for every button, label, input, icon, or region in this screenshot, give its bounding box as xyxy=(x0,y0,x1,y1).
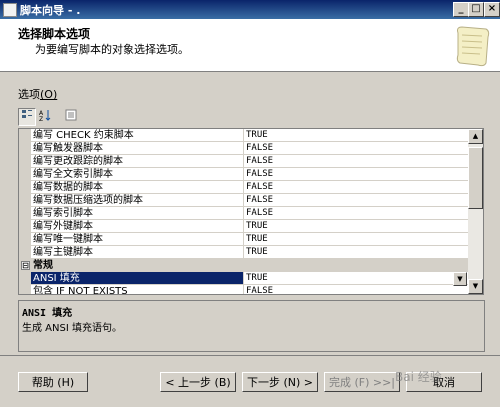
watermark: Bai 经验 xyxy=(395,370,442,384)
property-value: FALSE xyxy=(244,168,469,181)
property-value: TRUE xyxy=(244,246,469,259)
page-title: 选择脚本选项 xyxy=(18,27,91,41)
property-value: FALSE xyxy=(244,155,469,168)
maximize-button[interactable]: □ xyxy=(468,2,484,17)
property-value: TRUE xyxy=(244,233,469,246)
row-gutter xyxy=(19,181,31,194)
property-name: 编写主键脚本 xyxy=(31,246,244,259)
row-gutter xyxy=(19,207,31,220)
description-panel: ANSI 填充 生成 ANSI 填充语句。 xyxy=(18,300,485,352)
property-name: 包含 IF NOT EXISTS xyxy=(31,285,244,294)
minimize-button[interactable]: _ xyxy=(453,2,469,17)
row-gutter xyxy=(19,272,31,285)
property-name: 编写数据的脚本 xyxy=(31,181,244,194)
category-name: 常规 xyxy=(31,259,244,272)
categorized-icon[interactable] xyxy=(18,108,36,126)
grid-row[interactable]: 编写数据压缩选项的脚本 FALSE xyxy=(19,194,469,207)
property-value: FALSE xyxy=(244,285,469,294)
finish-button[interactable]: 完成 (F) >>| xyxy=(324,372,400,392)
scroll-up-icon[interactable]: ▲ xyxy=(468,129,483,144)
back-button[interactable]: < 上一步 (B) xyxy=(160,372,236,392)
row-gutter xyxy=(19,246,31,259)
property-pages-icon[interactable] xyxy=(62,108,80,126)
grid-row-selected[interactable]: ANSI 填充 TRUE ▼ xyxy=(19,272,469,286)
category-row-general[interactable]: ⊟ 常规 xyxy=(19,259,469,272)
grid-row[interactable]: 编写更改跟踪的脚本 FALSE xyxy=(19,155,469,168)
property-name: 编写索引脚本 xyxy=(31,207,244,220)
property-name: ANSI 填充 xyxy=(31,272,244,285)
property-grid: 编写 CHECK 约束脚本 TRUE 编写触发器脚本 FALSE 编写更改跟踪的… xyxy=(18,128,470,295)
property-value: FALSE xyxy=(244,194,469,207)
title-bar: 脚本向导 - . _ □ × xyxy=(0,0,500,19)
property-name: 编写更改跟踪的脚本 xyxy=(31,155,244,168)
row-gutter xyxy=(19,233,31,246)
property-value: TRUE xyxy=(244,220,469,233)
row-gutter xyxy=(19,168,31,181)
row-gutter xyxy=(19,285,31,294)
row-gutter xyxy=(19,220,31,233)
next-button[interactable]: 下一步 (N) > xyxy=(242,372,318,392)
close-button[interactable]: × xyxy=(484,2,500,17)
row-gutter xyxy=(19,129,31,142)
grid-row[interactable]: 编写触发器脚本 FALSE xyxy=(19,142,469,155)
property-name: 编写数据压缩选项的脚本 xyxy=(31,194,244,207)
grid-row[interactable]: 包含 IF NOT EXISTS FALSE xyxy=(19,285,469,294)
app-icon xyxy=(3,3,17,17)
window-title: 脚本向导 - . xyxy=(20,4,81,17)
property-name: 编写全文索引脚本 xyxy=(31,168,244,181)
grid-row[interactable]: 编写外键脚本 TRUE xyxy=(19,220,469,233)
property-value: TRUE xyxy=(244,129,469,142)
row-gutter xyxy=(19,155,31,168)
property-value: FALSE xyxy=(244,207,469,220)
page-subtitle: 为要编写脚本的对象选择选项。 xyxy=(35,43,189,56)
scroll-down-icon[interactable]: ▼ xyxy=(468,279,483,294)
alphabetical-icon[interactable]: AZ xyxy=(36,108,54,126)
collapse-icon[interactable]: ⊟ xyxy=(21,261,30,270)
wizard-header: 选择脚本选项 为要编写脚本的对象选择选项。 xyxy=(0,19,500,72)
grid-row[interactable]: 编写唯一键脚本 TRUE xyxy=(19,233,469,246)
dropdown-arrow-icon[interactable]: ▼ xyxy=(453,272,467,286)
property-value: TRUE xyxy=(244,272,469,285)
property-name: 编写 CHECK 约束脚本 xyxy=(31,129,244,142)
description-text: 生成 ANSI 填充语句。 xyxy=(22,323,122,334)
options-label: 选项(O) xyxy=(18,88,58,101)
property-name: 编写触发器脚本 xyxy=(31,142,244,155)
grid-scrollbar[interactable]: ▲ ▼ xyxy=(468,128,484,295)
property-value: FALSE xyxy=(244,142,469,155)
grid-row[interactable]: 编写主键脚本 TRUE xyxy=(19,246,469,259)
property-name: 编写外键脚本 xyxy=(31,220,244,233)
help-button[interactable]: 帮助 (H) xyxy=(18,372,88,392)
grid-row[interactable]: 编写 CHECK 约束脚本 TRUE xyxy=(19,129,469,142)
scroll-icon xyxy=(456,26,490,67)
description-title: ANSI 填充 xyxy=(22,308,73,319)
svg-text:Z: Z xyxy=(39,116,43,121)
grid-row[interactable]: 编写数据的脚本 FALSE xyxy=(19,181,469,194)
grid-row[interactable]: 编写全文索引脚本 FALSE xyxy=(19,168,469,181)
row-gutter xyxy=(19,142,31,155)
row-gutter xyxy=(19,194,31,207)
property-value: FALSE xyxy=(244,181,469,194)
property-name: 编写唯一键脚本 xyxy=(31,233,244,246)
scroll-thumb[interactable] xyxy=(468,147,483,209)
grid-row[interactable]: 编写索引脚本 FALSE xyxy=(19,207,469,220)
